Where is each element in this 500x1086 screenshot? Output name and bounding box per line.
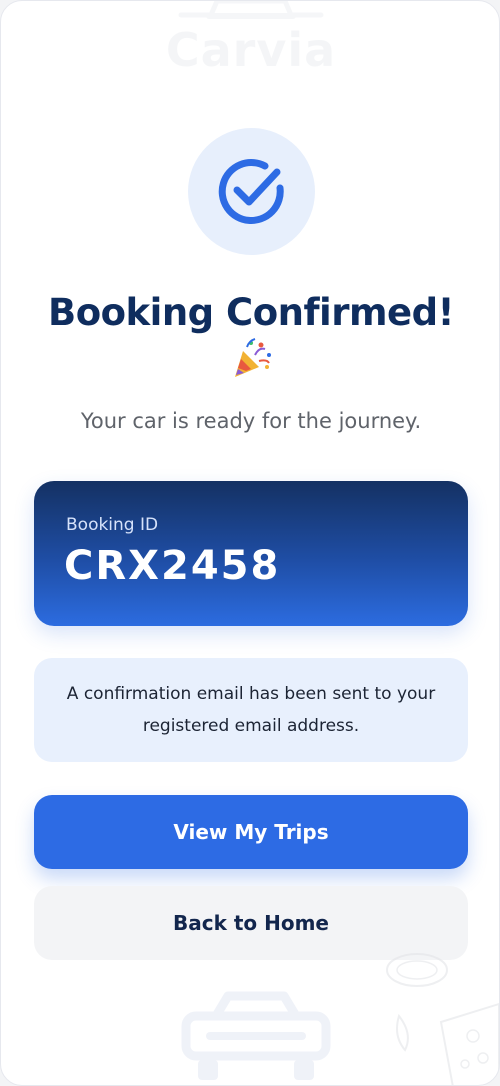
brand-watermark-text: Carvia [165,23,337,77]
confirmation-subtitle: Your car is ready for the journey. [80,409,422,433]
email-notice: A confirmation email has been sent to yo… [34,658,468,762]
brand-watermark: Carvia [151,1,351,88]
decorative-sketch [379,946,499,1085]
party-popper-icon [229,335,275,381]
page-title: Booking Confirmed! [48,291,455,334]
booking-id-value: CRX2458 [64,543,281,589]
car-watermark-bottom [176,986,336,1085]
check-circle-icon [218,158,284,224]
view-my-trips-button[interactable]: View My Trips [34,795,468,869]
booking-id-card: Booking ID CRX2458 [34,481,468,626]
booking-id-label: Booking ID [66,515,159,535]
food-sketch-icon [386,953,499,1085]
car-watermark-icon [181,991,331,1080]
booking-confirmation-screen: Carvia Booking Confirmed! Your car is re… [0,0,500,1086]
success-badge [188,128,315,255]
email-notice-text: A confirmation email has been sent to yo… [66,684,436,736]
